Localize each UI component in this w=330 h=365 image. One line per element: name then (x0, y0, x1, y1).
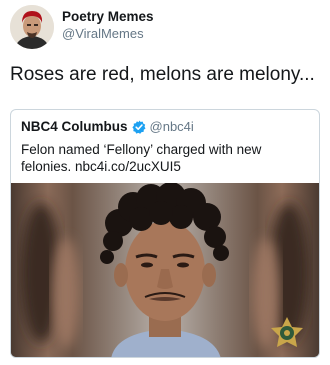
quoted-tweet-card[interactable]: NBC4 Columbus @nbc4i Felon named ‘Fellon… (10, 109, 320, 358)
tweet-header: Poetry Memes @ViralMemes (10, 5, 320, 55)
author-name[interactable]: Poetry Memes (62, 9, 154, 25)
mugshot-photo[interactable] (11, 183, 319, 357)
avatar[interactable] (10, 5, 54, 49)
quoted-tweet-text: Felon named ‘Fellony’ charged with new f… (21, 142, 262, 174)
tweet-text: Roses are red, melons are melony... (10, 64, 315, 85)
verified-badge-icon (131, 120, 146, 134)
author-handle[interactable]: @ViralMemes (62, 25, 154, 43)
quoted-tweet-header: NBC4 Columbus @nbc4i (21, 119, 194, 134)
tweet-author: Poetry Memes @ViralMemes (62, 5, 154, 43)
quoted-author-handle: @nbc4i (149, 119, 194, 134)
quoted-author-name: NBC4 Columbus (21, 119, 128, 134)
